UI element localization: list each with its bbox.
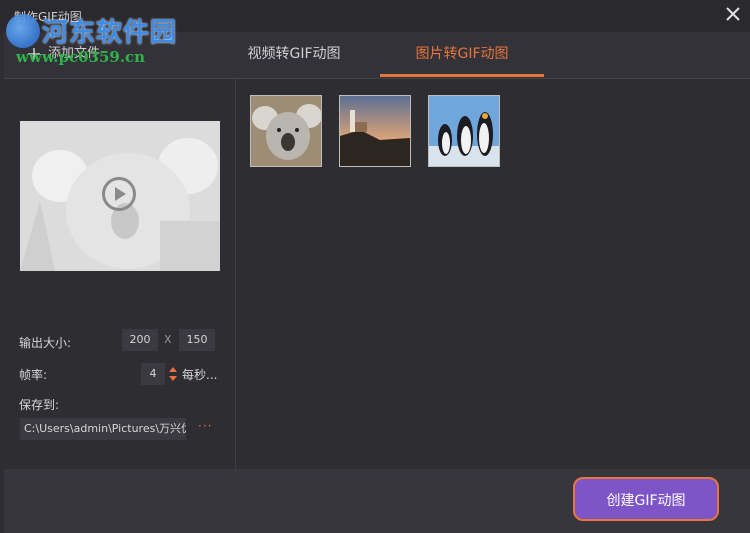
thumbnail-penguins[interactable] (428, 95, 500, 167)
window-title: 制作GIF动图 (14, 10, 82, 24)
thumbnail-lighthouse[interactable] (339, 95, 411, 167)
fps-stepper-icon[interactable] (168, 366, 178, 382)
preview-image (20, 121, 220, 271)
tab-bar: 添加文件 视频转GIF动图 图片转GIF动图 (4, 32, 750, 79)
height-input[interactable]: 150 (179, 329, 215, 351)
tab-image-to-gif[interactable]: 图片转GIF动图 (380, 32, 544, 77)
play-button[interactable] (102, 177, 136, 211)
fps-unit-label: 每秒... (182, 368, 218, 382)
close-icon[interactable] (724, 5, 742, 23)
save-path-input[interactable]: C:\Users\admin\Pictures\万兴优 (20, 418, 186, 440)
add-file-label: 添加文件 (48, 46, 101, 61)
output-size-label: 输出大小: (19, 336, 72, 350)
image-list-panel (236, 79, 750, 469)
penguins-thumbnail-picture (429, 96, 499, 166)
gif-maker-window: 制作GIF动图 添加文件 视频转GIF动图 图片转GIF动图 河东软件园 www… (0, 0, 750, 533)
save-to-label: 保存到: (19, 398, 60, 412)
title-bar: 制作GIF动图 (0, 0, 750, 32)
play-icon (115, 187, 126, 201)
create-gif-button[interactable]: 创建GIF动图 (573, 477, 719, 521)
settings-panel: 输出大小: 200 X 150 帧率: 4 每秒... 保存到: C:\User… (4, 79, 236, 469)
width-input[interactable]: 200 (122, 329, 158, 351)
tab-video-to-gif[interactable]: 视频转GIF动图 (224, 32, 364, 77)
lighthouse-thumbnail-picture (340, 96, 410, 166)
frame-rate-label: 帧率: (19, 368, 48, 382)
size-separator: X (164, 333, 172, 346)
add-file-button[interactable]: 添加文件 (28, 32, 138, 77)
koala-thumbnail-picture (251, 96, 321, 166)
thumbnail-koala[interactable] (250, 95, 322, 167)
bottom-action-bar: 创建GIF动图 (4, 469, 750, 533)
browse-button[interactable]: ··· (198, 419, 212, 433)
fps-input[interactable]: 4 (141, 363, 165, 385)
plus-icon (28, 48, 40, 60)
